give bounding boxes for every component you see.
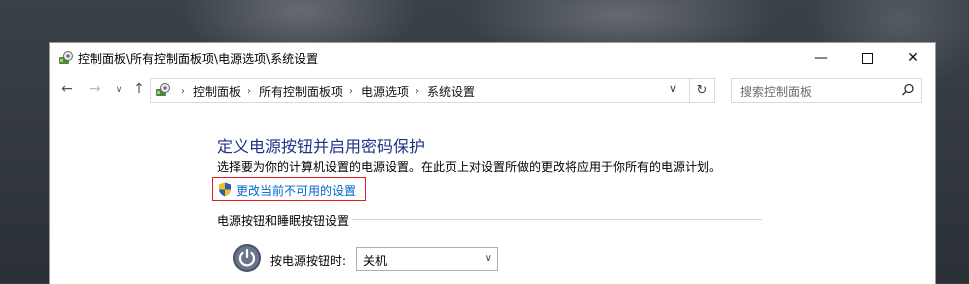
- breadcrumb-item-control-panel[interactable]: 控制面板: [193, 83, 241, 100]
- power-icon: [233, 244, 261, 272]
- minimize-icon: —: [814, 50, 828, 66]
- forward-button[interactable]: →: [86, 81, 104, 97]
- close-button[interactable]: ✕: [890, 43, 935, 73]
- navigation-bar: ← → ∨ ↑ › 控制面板 › 所有控制面板项 › 电源选项 › 系统设置 ∨…: [50, 75, 935, 105]
- control-panel-icon: [59, 51, 73, 64]
- address-dropdown-button[interactable]: ∨: [669, 82, 677, 95]
- chevron-right-icon[interactable]: ›: [349, 86, 353, 97]
- breadcrumb-item-power-options[interactable]: 电源选项: [361, 83, 409, 100]
- window-title: 控制面板\所有控制面板项\电源选项\系统设置: [78, 52, 319, 66]
- breadcrumb-item-all-items[interactable]: 所有控制面板项: [259, 83, 343, 100]
- minimize-button[interactable]: —: [798, 43, 844, 73]
- section-divider: [352, 219, 762, 220]
- control-panel-icon: [156, 83, 170, 96]
- power-button-label: 按电源按钮时:: [270, 254, 347, 268]
- search-input[interactable]: 搜索控制面板: [731, 78, 922, 103]
- maximize-button[interactable]: [844, 43, 890, 73]
- address-bar[interactable]: › 控制面板 › 所有控制面板项 › 电源选项 › 系统设置 ∨ ↻: [150, 78, 715, 103]
- page-description: 选择要为你的计算机设置的电源设置。在此页上对设置所做的更改将应用于你所有的电源计…: [217, 160, 722, 174]
- refresh-button[interactable]: ↻: [689, 79, 714, 102]
- section-title: 电源按钮和睡眠按钮设置: [217, 214, 350, 228]
- breadcrumb: › 控制面板 › 所有控制面板项 › 电源选项 › 系统设置: [175, 83, 475, 100]
- breadcrumb-item-system-settings[interactable]: 系统设置: [427, 83, 475, 100]
- search-placeholder: 搜索控制面板: [740, 85, 813, 99]
- maximize-icon: [861, 52, 873, 64]
- power-button-action-select[interactable]: 关机 ∨: [356, 247, 498, 271]
- search-icon[interactable]: [901, 83, 915, 97]
- chevron-right-icon[interactable]: ›: [247, 86, 251, 97]
- settings-content: 定义电源按钮并启用密码保护 选择要为你的计算机设置的电源设置。在此页上对设置所做…: [50, 105, 935, 284]
- chevron-right-icon[interactable]: ›: [181, 86, 185, 97]
- title-bar[interactable]: 控制面板\所有控制面板项\电源选项\系统设置 — ✕: [50, 43, 935, 73]
- control-panel-window: 控制面板\所有控制面板项\电源选项\系统设置 — ✕ ← → ∨ ↑ › 控制面…: [49, 42, 936, 284]
- chevron-right-icon[interactable]: ›: [415, 86, 419, 97]
- up-button[interactable]: ↑: [130, 81, 148, 97]
- chevron-down-icon: ∨: [484, 253, 492, 264]
- power-button-action-value: 关机: [363, 254, 388, 268]
- close-icon: ✕: [907, 50, 919, 66]
- change-unavailable-settings-link[interactable]: 更改当前不可用的设置: [212, 177, 366, 201]
- page-title: 定义电源按钮并启用密码保护: [217, 137, 426, 156]
- uac-shield-icon: [219, 182, 231, 197]
- recent-locations-button[interactable]: ∨: [110, 85, 128, 95]
- back-button[interactable]: ←: [58, 81, 76, 97]
- change-settings-label[interactable]: 更改当前不可用的设置: [236, 182, 356, 199]
